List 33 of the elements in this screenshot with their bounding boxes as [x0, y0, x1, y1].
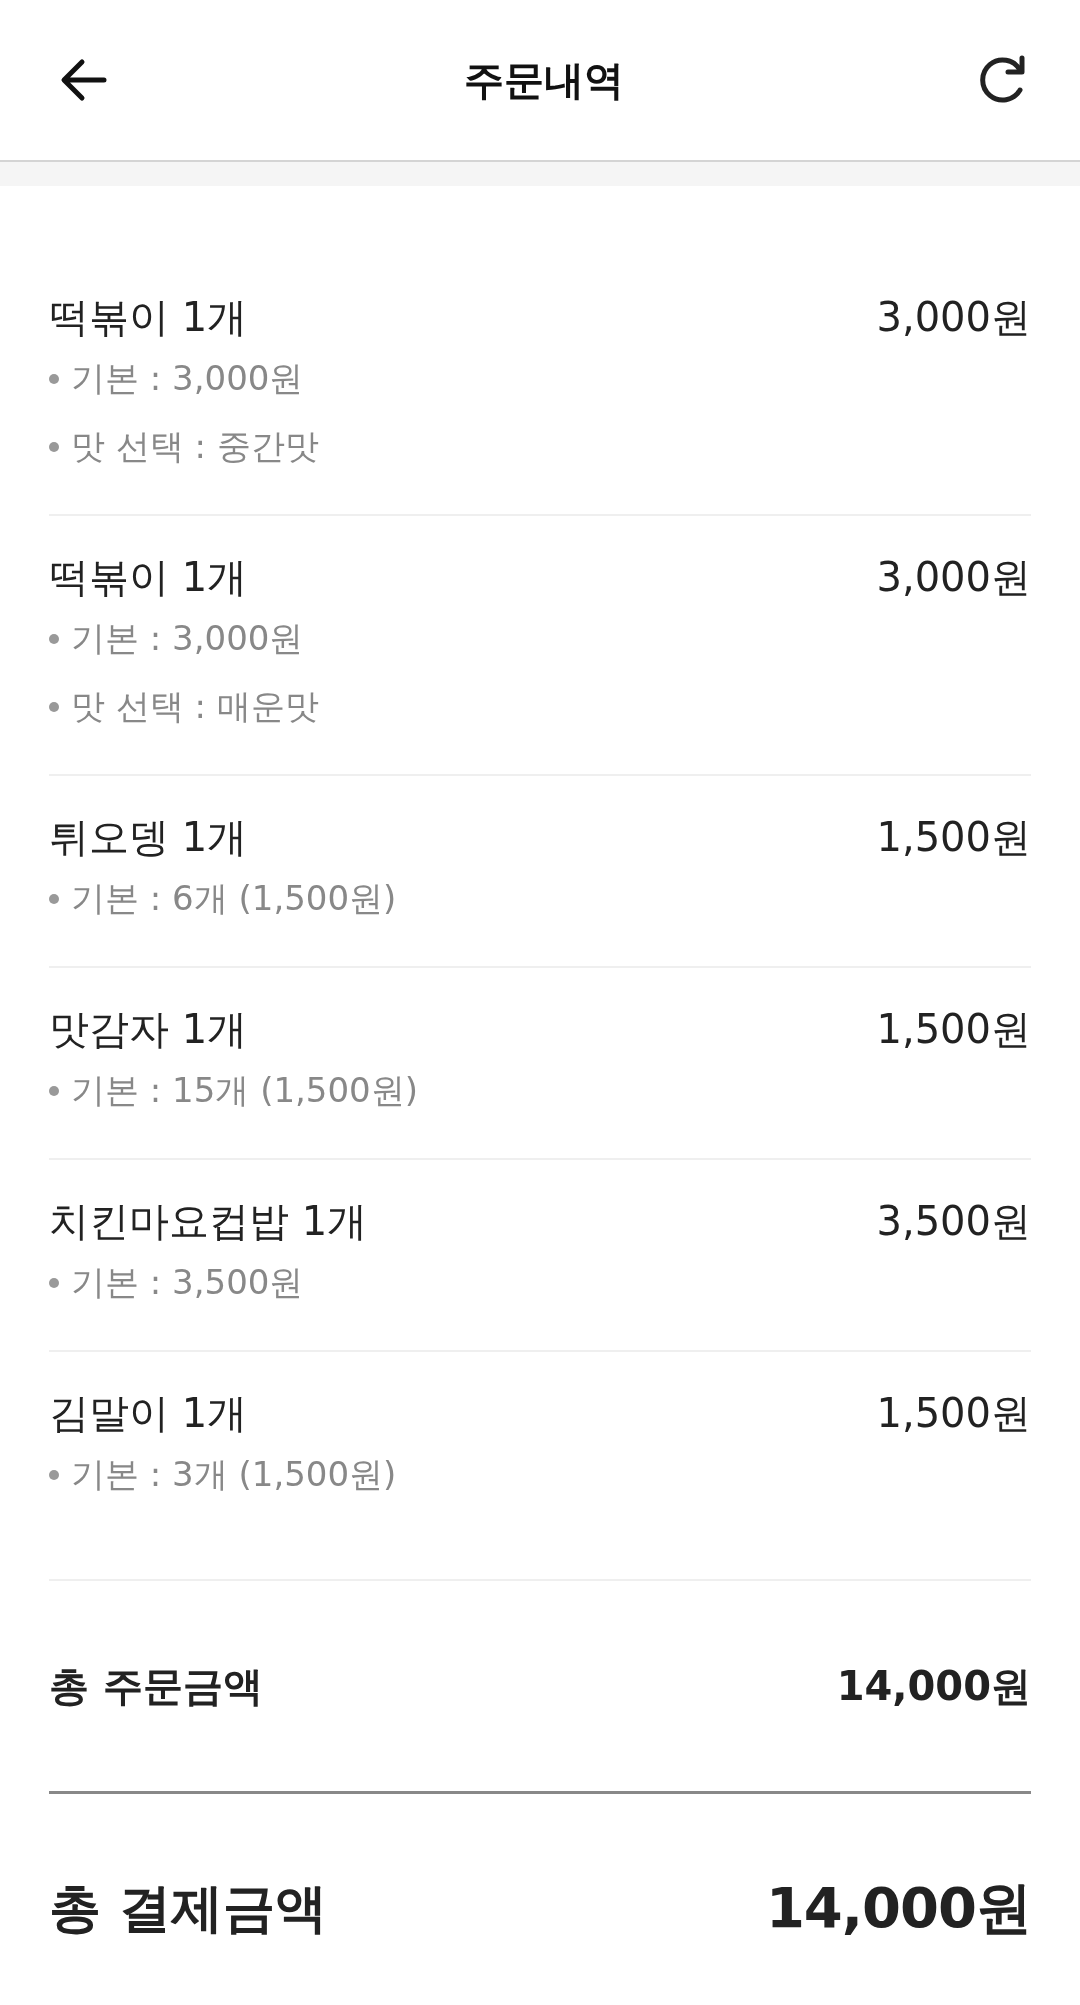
payment-total-label: 총 결제금액: [49, 1877, 328, 1940]
item-name: 떡볶이 1개: [49, 292, 248, 342]
bullet-icon: [49, 1470, 59, 1480]
payment-total-value: 14,000원: [765, 1874, 1031, 1942]
item-name: 치킨마요컵밥 1개: [49, 1196, 368, 1246]
bullet-icon: [49, 1086, 59, 1096]
item-name: 맛감자 1개: [49, 1004, 248, 1054]
item-price: 3,500원: [876, 1196, 1031, 1246]
item-option: 기본 : 3,000원: [71, 616, 304, 662]
item-option: 기본 : 6개 (1,500원): [71, 876, 397, 922]
item-name: 튀오뎅 1개: [49, 812, 248, 862]
item-option: 맛 선택 : 중간맛: [71, 424, 319, 470]
item-price: 3,000원: [876, 552, 1031, 602]
item-price: 1,500원: [876, 812, 1031, 862]
item-option: 기본 : 3,500원: [71, 1260, 304, 1306]
item-price: 1,500원: [876, 1004, 1031, 1054]
item-option: 기본 : 3개 (1,500원): [71, 1452, 397, 1498]
order-total-label: 총 주문금액: [49, 1661, 263, 1711]
bullet-icon: [49, 374, 59, 384]
item-option: 기본 : 3,000원: [71, 356, 304, 402]
item-option: 기본 : 15개 (1,500원): [71, 1068, 418, 1114]
item-name: 김말이 1개: [49, 1388, 248, 1438]
item-name: 떡볶이 1개: [49, 552, 248, 602]
bullet-icon: [49, 634, 59, 644]
item-price: 1,500원: [876, 1388, 1031, 1438]
page-title: 주문내역: [464, 55, 624, 105]
item-option: 맛 선택 : 매운맛: [71, 684, 319, 730]
item-price: 3,000원: [876, 292, 1031, 342]
bullet-icon: [49, 442, 59, 452]
bullet-icon: [49, 1278, 59, 1288]
order-total-value: 14,000원: [836, 1661, 1031, 1711]
bullet-icon: [49, 702, 59, 712]
bullet-icon: [49, 894, 59, 904]
